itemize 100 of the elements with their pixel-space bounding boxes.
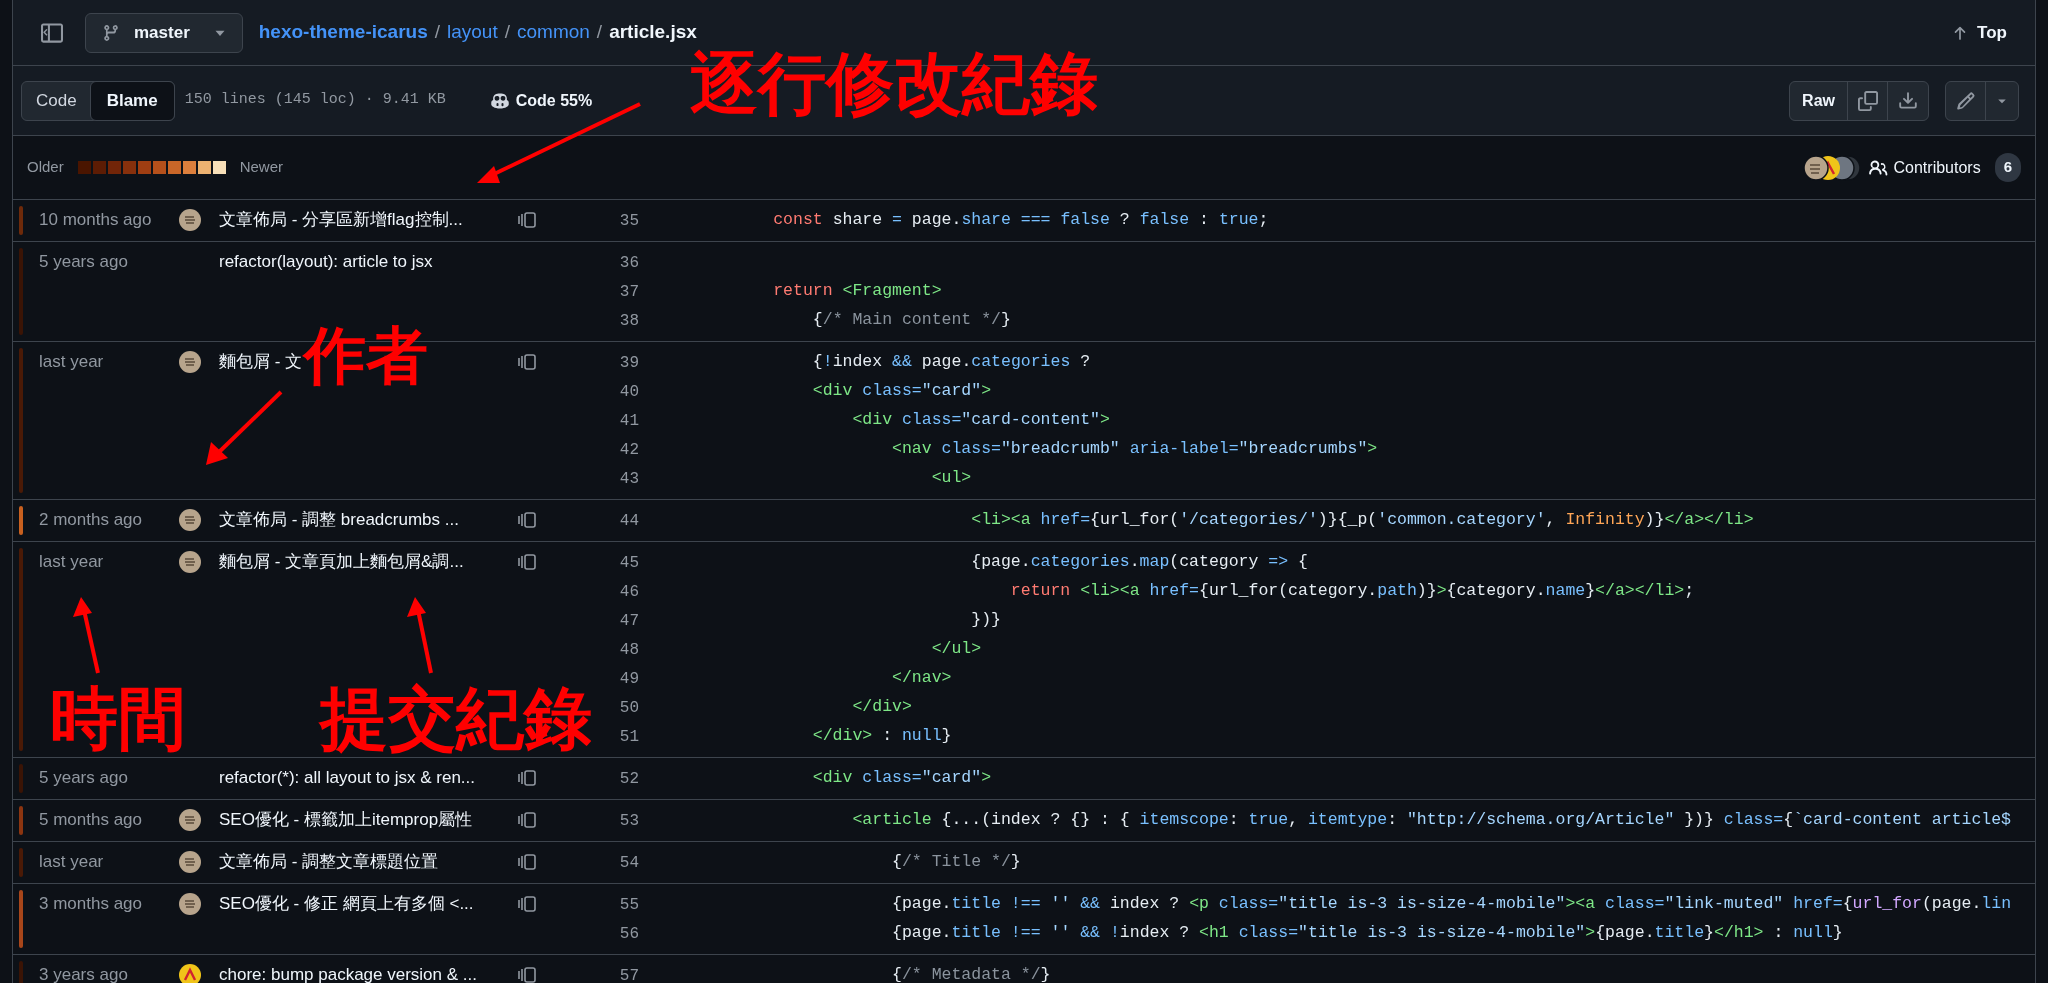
commit-message[interactable]: 麵包屑 - 文章頁加上麵包屑&調... bbox=[219, 548, 507, 576]
reblame-icon[interactable] bbox=[517, 769, 537, 787]
breadcrumb-link[interactable]: hexo-theme-icarus bbox=[258, 18, 428, 47]
commit-message[interactable]: 文章佈局 - 調整 breadcrumbs ... bbox=[219, 506, 507, 534]
code-line: <nav class="breadcrumb" aria-label="breadcrumbs"> bbox=[891, 438, 1378, 461]
commit-message[interactable]: refactor(*): all layout to jsx & ren... bbox=[219, 764, 507, 792]
line-number: 38 bbox=[618, 310, 639, 332]
logo-avatar[interactable] bbox=[179, 964, 201, 983]
copilot-note: Code 55% bbox=[515, 90, 593, 111]
view-tab[interactable]: Code bbox=[22, 81, 91, 120]
line-number: 46 bbox=[618, 581, 639, 603]
line-number: 57 bbox=[618, 965, 639, 983]
reblame-icon[interactable] bbox=[517, 211, 537, 229]
commit-message[interactable]: refactor(layout): article to jsx bbox=[219, 248, 507, 276]
top-button[interactable]: Top bbox=[1951, 19, 2007, 46]
line-number: 44 bbox=[618, 510, 639, 532]
reblame-icon[interactable] bbox=[517, 811, 537, 829]
annotation-label: 作者 bbox=[304, 325, 428, 387]
commit-message[interactable]: 文章佈局 - 分享區新增flag控制... bbox=[219, 206, 507, 234]
line-number: 54 bbox=[618, 852, 639, 874]
commit-message[interactable]: SEO優化 - 標籤加上itemprop屬性 bbox=[219, 806, 507, 834]
breadcrumb-link[interactable]: layout bbox=[447, 18, 498, 47]
code-line: <div class="card"> bbox=[811, 767, 992, 790]
code-line: return <li><a href={url_for(category.path)}>{category.name}</a></li>; bbox=[1009, 580, 1695, 603]
code-line: </ul> bbox=[930, 638, 982, 661]
line-number: 37 bbox=[618, 281, 639, 303]
reblame-icon[interactable] bbox=[517, 853, 537, 871]
avatar[interactable] bbox=[179, 351, 201, 373]
avatar-stack-drawing bbox=[1801, 153, 1860, 182]
commit-message[interactable]: SEO優化 - 修正 網頁上有多個 <... bbox=[219, 890, 507, 918]
commit-age: 5 months ago bbox=[39, 809, 143, 831]
view-tab[interactable]: Blame bbox=[89, 80, 175, 121]
download-icon bbox=[1898, 90, 1918, 111]
code-line: return <Fragment> bbox=[772, 280, 942, 303]
older-label: Older bbox=[27, 157, 64, 178]
reblame-icon[interactable] bbox=[517, 895, 537, 913]
code-line: </nav> bbox=[891, 667, 952, 690]
avatar[interactable] bbox=[179, 851, 201, 873]
sidebar-toggle-icon[interactable] bbox=[41, 21, 63, 44]
line-number: 35 bbox=[618, 210, 639, 232]
avatar[interactable] bbox=[179, 893, 201, 915]
commit-message[interactable]: 文章佈局 - 調整文章標題位置 bbox=[219, 848, 507, 876]
avatar[interactable] bbox=[179, 809, 201, 831]
line-number: 36 bbox=[618, 252, 639, 274]
code-line: {page.title !== '' && !index ? <h1 class="title is-3 is-size-4-mobile">{page.title}</h1> : null} bbox=[891, 922, 1843, 945]
contributors-count: 6 bbox=[1994, 153, 2021, 182]
line-number: 49 bbox=[618, 668, 639, 690]
line-number: 41 bbox=[618, 410, 639, 432]
reblame-icon[interactable] bbox=[517, 553, 537, 571]
commit-age: 5 years ago bbox=[39, 251, 129, 273]
commit-age: 3 months ago bbox=[39, 893, 143, 915]
avatar[interactable] bbox=[179, 509, 201, 531]
line-number: 51 bbox=[618, 726, 639, 748]
code-line: const share = page.share === false ? false : true; bbox=[772, 209, 1269, 232]
commit-age: 5 years ago bbox=[39, 767, 129, 789]
code-line: {page.categories.map(category => { bbox=[970, 551, 1308, 574]
avatar[interactable] bbox=[179, 551, 201, 573]
file-info: 150 lines (145 loc) · 9.41 KB bbox=[184, 90, 446, 111]
line-number: 43 bbox=[618, 468, 639, 490]
line-number: 39 bbox=[618, 352, 639, 374]
line-number: 53 bbox=[618, 810, 639, 832]
contributors-link[interactable]: Contributors bbox=[1893, 155, 1981, 180]
commit-age: last year bbox=[39, 851, 105, 873]
line-number: 40 bbox=[618, 381, 639, 403]
commit-message[interactable]: chore: bump package version & ... bbox=[219, 961, 507, 983]
code-line: {/* Main content */} bbox=[811, 309, 1011, 332]
line-number: 45 bbox=[618, 552, 639, 574]
commit-age: 3 years ago bbox=[39, 964, 129, 983]
newer-label: Newer bbox=[239, 157, 284, 178]
line-number: 52 bbox=[618, 768, 639, 790]
annotation-label: 時間 bbox=[50, 685, 186, 753]
code-line: <ul> bbox=[930, 467, 972, 490]
line-number: 56 bbox=[618, 923, 639, 945]
path-separator: / bbox=[504, 20, 510, 45]
code-line: </div> bbox=[851, 696, 912, 719]
path-separator: / bbox=[434, 20, 440, 45]
pencil-icon bbox=[1955, 90, 1976, 111]
branch-selector[interactable]: master bbox=[85, 12, 243, 53]
line-number: 42 bbox=[618, 439, 639, 461]
commit-age: 10 months ago bbox=[39, 209, 153, 231]
code-line: <div class="card-content"> bbox=[851, 409, 1110, 432]
code-line: })} bbox=[970, 609, 1001, 632]
avatar[interactable] bbox=[179, 209, 201, 231]
branch-icon bbox=[102, 23, 120, 42]
line-number: 47 bbox=[618, 610, 639, 632]
reblame-icon[interactable] bbox=[517, 511, 537, 529]
code-line: <div class="card"> bbox=[811, 380, 992, 403]
code-line: {!index && page.categories ? bbox=[811, 351, 1091, 374]
code-line: {/* Title */} bbox=[891, 851, 1021, 874]
line-number: 50 bbox=[618, 697, 639, 719]
copy-icon bbox=[1857, 90, 1878, 111]
reblame-icon[interactable] bbox=[517, 966, 537, 983]
file-name: article.jsx bbox=[609, 20, 697, 45]
code-line: <li><a href={url_for('/categories/')}{_p('common.category', Infinity)}</a></li> bbox=[970, 509, 1754, 532]
annotation-label: 提交紀錄 bbox=[320, 685, 592, 753]
breadcrumb-link[interactable]: common bbox=[517, 18, 590, 47]
reblame-icon[interactable] bbox=[517, 353, 537, 371]
code-line: {page.title !== '' && index ? <p class="title is-3 is-size-4-mobile"><a class="link-muted" href={url_for(page.lin bbox=[891, 893, 2012, 916]
commit-age: last year bbox=[39, 351, 105, 373]
code-line: </div> : null} bbox=[811, 725, 952, 748]
